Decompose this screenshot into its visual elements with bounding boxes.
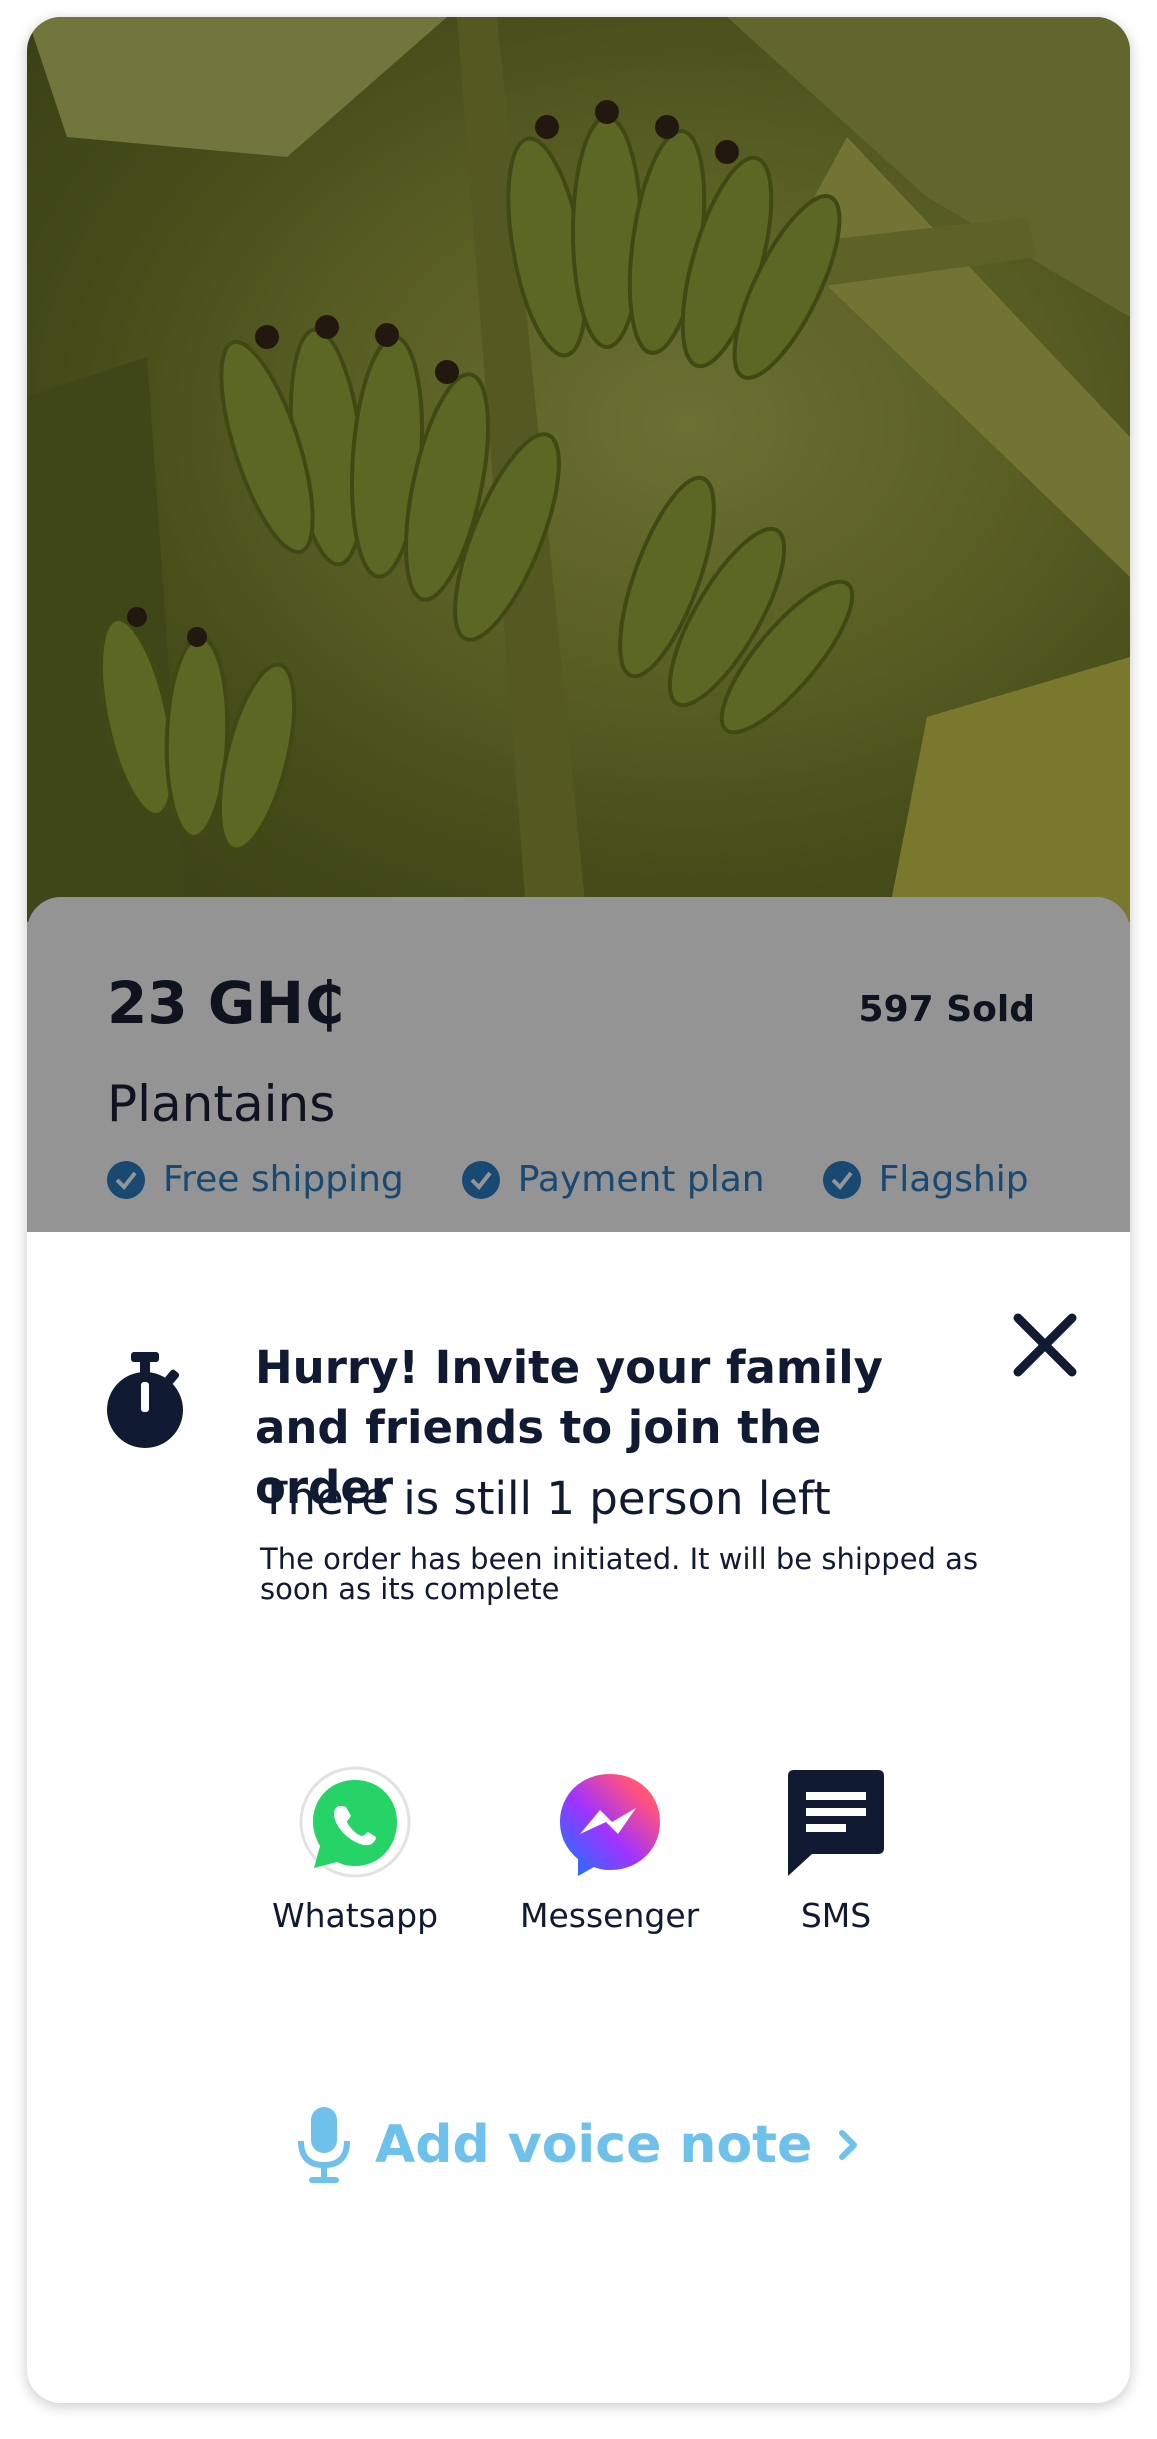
share-label: SMS xyxy=(800,1896,872,1935)
messenger-icon xyxy=(559,1774,660,1876)
whatsapp-icon xyxy=(299,1766,411,1878)
sms-icon xyxy=(788,1770,884,1876)
remaining-count: There is still 1 person left xyxy=(260,1472,831,1525)
share-messenger-button[interactable]: Messenger xyxy=(520,1766,699,1935)
share-sms-button[interactable]: SMS xyxy=(782,1766,890,1935)
microphone-icon xyxy=(298,2107,350,2183)
share-label: Whatsapp xyxy=(272,1896,439,1935)
invite-card: 23 GH₵ 597 Sold Plantains Free shipping … xyxy=(27,17,1130,2403)
share-whatsapp-button[interactable]: Whatsapp xyxy=(272,1766,438,1935)
modal-backdrop[interactable] xyxy=(27,17,1130,1232)
close-icon[interactable] xyxy=(1000,1300,1090,1390)
voice-note-label: Add voice note xyxy=(375,2115,813,2175)
stopwatch-icon xyxy=(107,1352,183,1448)
add-voice-note-button[interactable]: Add voice note xyxy=(295,2105,862,2185)
chevron-right-icon xyxy=(839,2130,858,2160)
order-note: The order has been initiated. It will be… xyxy=(260,1542,979,1606)
share-label: Messenger xyxy=(520,1896,700,1935)
